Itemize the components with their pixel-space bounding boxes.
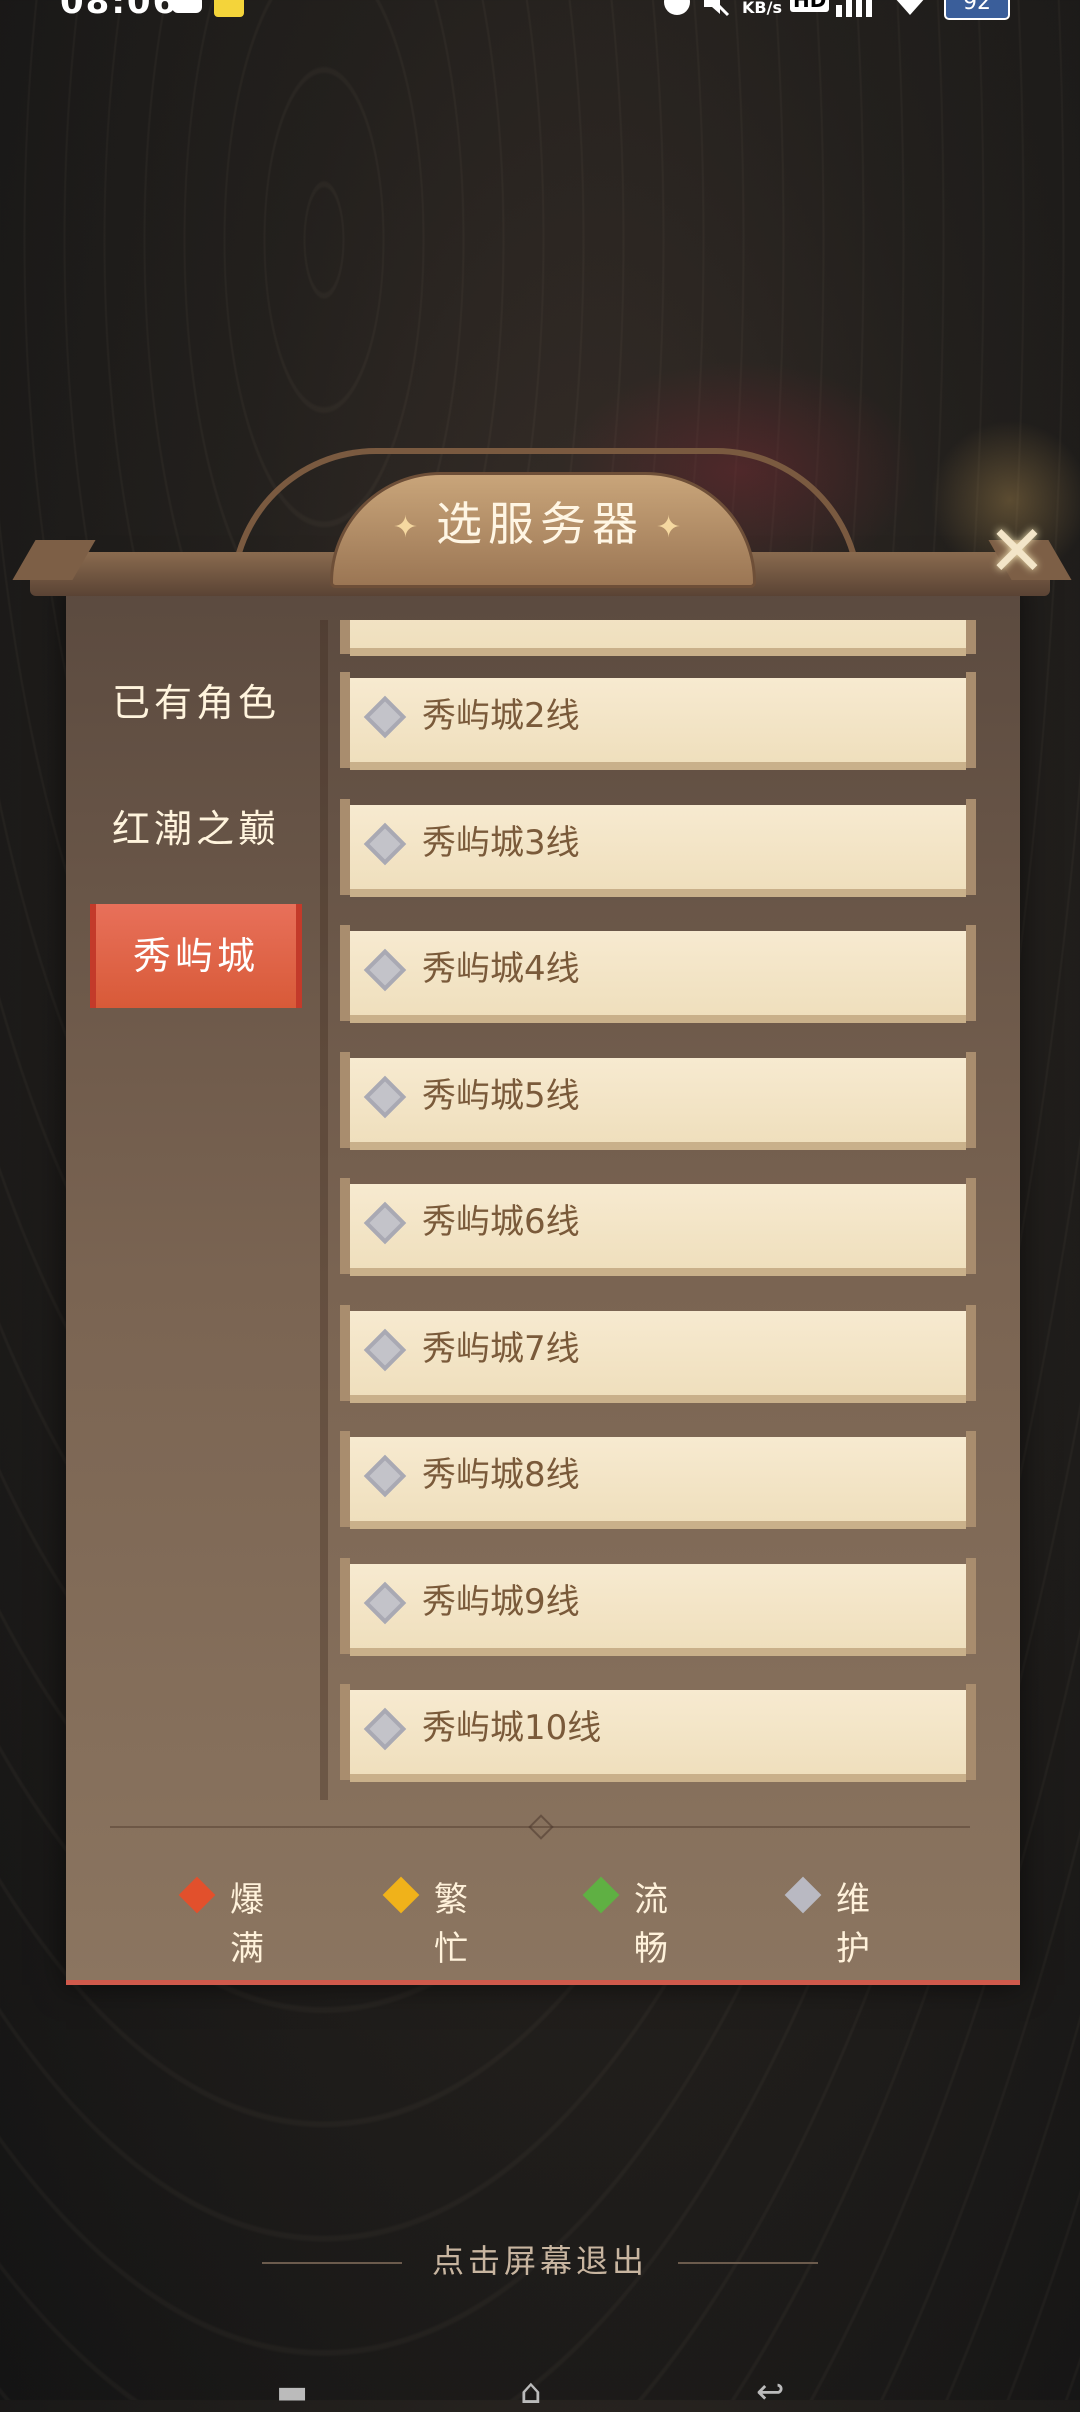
server-row[interactable]: 秀屿城8线: [340, 1431, 976, 1529]
battery-indicator: 92: [944, 0, 1010, 20]
server-name: 秀屿城9线: [422, 1582, 580, 1622]
exit-hint-text: 点击屏幕退出: [431, 2242, 648, 2280]
tab-red-tide-summit[interactable]: 红潮之巅: [66, 766, 326, 892]
tab-xiuyu-city[interactable]: 秀屿城: [90, 904, 302, 1008]
game-controller-icon: [170, 0, 204, 16]
server-list[interactable]: 秀屿城2线 秀屿城3线 秀屿城4线 秀屿城5线 秀屿城6线 秀屿城7线 秀屿城8…: [340, 620, 980, 1790]
tab-existing-characters[interactable]: 已有角色: [66, 640, 326, 766]
server-name: 秀屿城7线: [422, 1329, 580, 1369]
server-group-tabs: 已有角色 红潮之巅 秀屿城: [66, 640, 326, 1008]
column-divider: [320, 620, 328, 1800]
app-notification-icon: [214, 0, 244, 17]
signal-icon: [836, 0, 876, 17]
back-icon[interactable]: ↩: [756, 2372, 785, 2412]
server-name: 秀屿城10线: [422, 1708, 602, 1748]
server-row[interactable]: 秀屿城4线: [340, 925, 976, 1023]
wifi-icon: [892, 0, 928, 16]
home-icon[interactable]: ⌂: [520, 2372, 542, 2412]
mute-icon: [700, 0, 730, 17]
server-name: 秀屿城4线: [422, 949, 580, 989]
server-row[interactable]: 秀屿城5线: [340, 1052, 976, 1150]
server-row[interactable]: 秀屿城7线: [340, 1305, 976, 1403]
status-bar: 08:06 KB/s HD 92: [0, 0, 1080, 22]
server-row-partial[interactable]: [340, 620, 976, 656]
server-name: 秀屿城5线: [422, 1076, 580, 1116]
server-row[interactable]: 秀屿城3线: [340, 799, 976, 897]
server-row[interactable]: 秀屿城10线: [340, 1684, 976, 1782]
sparkle-icon: ✦: [656, 510, 688, 545]
server-name: 秀屿城3线: [422, 823, 580, 863]
close-icon[interactable]: ✕: [982, 516, 1052, 586]
status-time: 08:06: [60, 0, 179, 22]
recent-apps-icon[interactable]: ▬: [276, 2372, 308, 2412]
server-row[interactable]: 秀屿城9线: [340, 1558, 976, 1656]
hd-badge: HD: [790, 0, 830, 12]
server-name: 秀屿城6线: [422, 1202, 580, 1242]
alarm-icon: [662, 0, 692, 16]
server-name: 秀屿城8线: [422, 1455, 580, 1495]
server-row[interactable]: 秀屿城6线: [340, 1178, 976, 1276]
dialog-title: 选服务器: [436, 497, 644, 551]
exit-hint[interactable]: 点击屏幕退出: [0, 2236, 1080, 2282]
dialog-title-wrap: ✦ 选服务器 ✦: [330, 488, 750, 554]
server-name: 秀屿城2线: [422, 696, 580, 736]
sparkle-icon: ✦: [392, 510, 424, 545]
server-row[interactable]: 秀屿城2线: [340, 672, 976, 770]
system-navigation-bar: ▬ ⌂ ↩: [0, 2370, 1080, 2412]
network-speed: KB/s: [742, 0, 782, 17]
